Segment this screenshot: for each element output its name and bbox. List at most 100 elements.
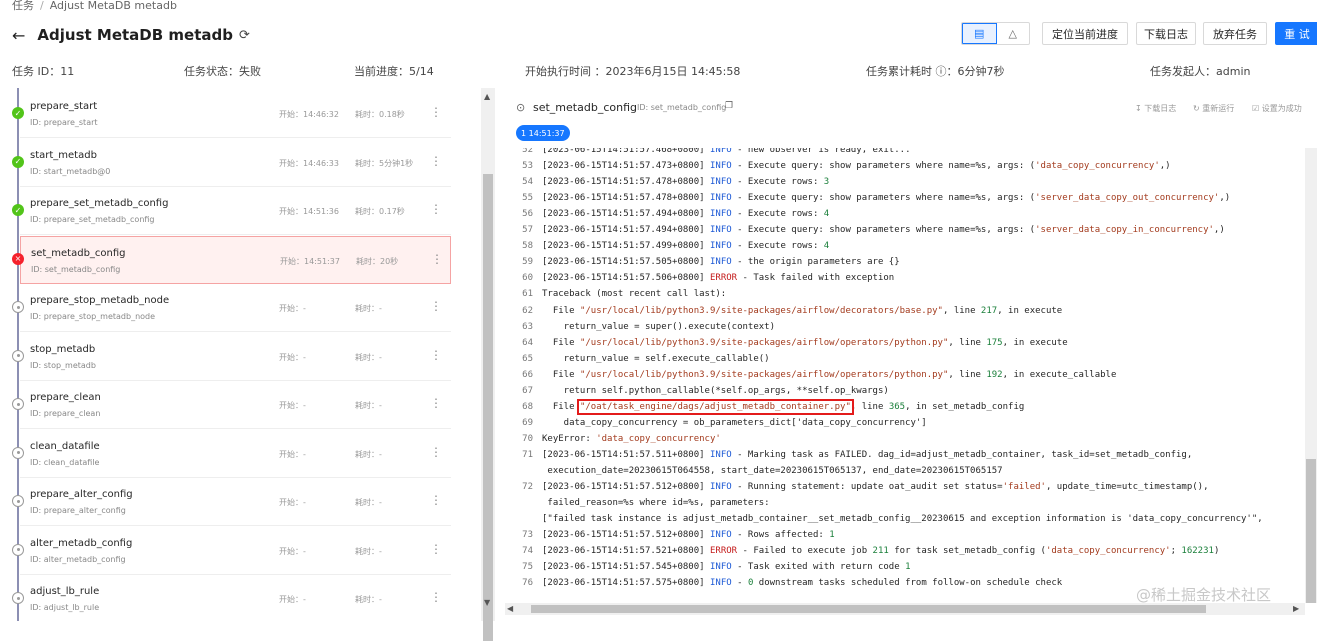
task-id: ID: prepare_alter_config <box>30 506 126 515</box>
scroll-up-arrow-icon[interactable]: ▲ <box>484 92 490 101</box>
task-name: clean_datafile <box>30 440 100 452</box>
task-start-time: 开始：14:51:36 <box>279 207 339 216</box>
task-initiator-info: 任务发起人：admin <box>1150 65 1251 78</box>
copy-icon[interactable]: ❐ <box>725 101 733 111</box>
more-options-icon[interactable]: ⋮ <box>430 445 442 459</box>
log-line: 72 [2023-06-15T14:51:57.512+0800] INFO - … <box>505 479 1208 495</box>
log-tail: , in execute <box>997 305 1063 316</box>
log-line-number: 68 <box>522 401 533 412</box>
log-line: 56 [2023-06-15T14:51:57.494+0800] INFO - … <box>505 206 829 222</box>
set-success-action[interactable]: ☑ 设置为成功 <box>1252 103 1302 114</box>
log-line: 76 [2023-06-15T14:51:57.575+0800] INFO - … <box>505 575 1062 591</box>
task-row[interactable]: prepare_start ID: prepare_start 开始：14:46:3… <box>20 90 451 138</box>
watermark: @稀土掘金技术社区 <box>1136 586 1272 604</box>
log-line-number: 56 <box>522 209 533 220</box>
task-row[interactable]: stop_metadb ID: stop_metadb 开始：- 耗时：- ⋮ <box>20 332 451 381</box>
collapse-icon[interactable]: ⊙ <box>516 101 525 114</box>
list-view-icon[interactable]: ▤ <box>962 23 997 44</box>
task-row[interactable]: start_metadb ID: start_metadb@0 开始：14:46:3… <box>20 138 451 187</box>
task-list-scroll-thumb[interactable] <box>483 174 493 641</box>
pending-circle-icon <box>12 543 24 556</box>
failed-x-icon: × <box>12 252 24 265</box>
log-timestamp: [2023-06-15T14:51:57.473+0800] <box>542 161 705 172</box>
log-number: 192 <box>986 369 1003 380</box>
scroll-right-arrow-icon[interactable]: ▶ <box>1293 604 1299 613</box>
log-string: 'data_copy_concurrency' <box>1035 161 1160 172</box>
log-level: ERROR <box>709 546 738 557</box>
graph-view-icon[interactable]: △ <box>997 23 1030 44</box>
log-horizontal-scroll-thumb[interactable] <box>531 605 1206 613</box>
log-line-number: 72 <box>522 482 533 493</box>
view-toggle: ▤ △ <box>961 22 1030 45</box>
log-line-number: 71 <box>522 449 533 460</box>
log-line: ["failed task instance is adjust_metadb_… <box>505 511 1263 527</box>
log-line: 61 Traceback (most recent call last): <box>505 286 726 302</box>
log-line-number: 64 <box>522 337 533 348</box>
more-options-icon[interactable]: ⋮ <box>431 252 443 266</box>
log-line: 74 [2023-06-15T14:51:57.521+0800] ERROR -… <box>505 543 1219 559</box>
task-row[interactable]: prepare_stop_metadb_node ID: prepare_stop… <box>20 284 451 332</box>
log-level: INFO <box>709 161 732 172</box>
download-log-button[interactable]: 下载日志 <box>1136 22 1196 45</box>
task-duration: 耗时：5分钟1秒 <box>355 158 414 168</box>
log-line: execution_date=20230615T064558, start_da… <box>505 463 1002 479</box>
scroll-left-arrow-icon[interactable]: ◀ <box>507 604 513 613</box>
log-level: INFO <box>709 241 732 252</box>
more-options-icon[interactable]: ⋮ <box>430 493 442 507</box>
more-options-icon[interactable]: ⋮ <box>430 348 442 362</box>
task-row[interactable]: prepare_alter_config ID: prepare_alter_co… <box>20 478 451 526</box>
task-id: ID: clean_datafile <box>30 457 100 467</box>
log-message: - Execute query: show parameters where n… <box>731 193 1036 204</box>
task-row[interactable]: adjust_lb_rule ID: adjust_lb_rule 开始：- 耗时：-… <box>20 575 451 621</box>
log-line-number: 57 <box>522 225 533 236</box>
log-line-number: 52 <box>522 148 533 155</box>
locate-progress-button[interactable]: 定位当前进度 <box>1042 22 1128 45</box>
log-line-number: 55 <box>522 193 533 204</box>
task-row[interactable]: set_metadb_config ID: set_metadb_config 开始… <box>20 235 451 284</box>
task-row[interactable]: clean_datafile ID: clean_datafile 开始：- 耗时：-… <box>20 429 451 478</box>
log-timestamp: [2023-06-15T14:51:57.512+0800] <box>542 530 705 541</box>
task-row[interactable]: prepare_set_metadb_config ID: prepare_set… <box>20 187 451 235</box>
log-line: 66 File "/usr/local/lib/python3.9/site-p… <box>505 367 1116 383</box>
log-text: Traceback (most recent call last): <box>542 289 727 300</box>
rerun-action[interactable]: ↻ 重新运行 <box>1193 103 1234 114</box>
log-message: - <box>731 578 748 589</box>
log-tail: , in execute_callable <box>1002 369 1117 380</box>
task-start-time: 开始：- <box>279 595 306 604</box>
task-row[interactable]: prepare_clean ID: prepare_clean 开始：- 耗时：- ⋮ <box>20 381 451 429</box>
more-options-icon[interactable]: ⋮ <box>430 542 442 556</box>
log-message: - Marking task as FAILED. dag_id=adjust_… <box>731 449 1193 460</box>
task-id: ID: prepare_set_metadb_config <box>30 215 155 224</box>
retry-button[interactable]: 重 试 <box>1275 22 1317 45</box>
more-options-icon[interactable]: ⋮ <box>430 154 442 168</box>
breadcrumb-root[interactable]: 任务 <box>12 0 34 12</box>
log-timestamp: [2023-06-15T14:51:57.499+0800] <box>542 241 705 252</box>
log-level: INFO <box>709 482 732 493</box>
log-text: File <box>542 401 580 412</box>
more-options-icon[interactable]: ⋮ <box>430 202 442 216</box>
log-text: data_copy_concurrency = ob_parameters_di… <box>542 417 927 428</box>
log-vertical-scroll-thumb[interactable] <box>1306 459 1316 603</box>
task-name: start_metadb <box>30 149 97 161</box>
refresh-icon[interactable]: ⟳ <box>239 28 250 43</box>
log-vertical-scrollbar[interactable] <box>1305 148 1317 603</box>
abandon-task-button[interactable]: 放弃任务 <box>1203 22 1267 45</box>
log-text: , line <box>948 337 987 348</box>
task-duration: 耗时：- <box>355 401 382 410</box>
task-id: ID: prepare_clean <box>30 409 101 418</box>
log-level: INFO <box>709 193 732 204</box>
log-string: 'server_data_copy_out_concurrency' <box>1035 193 1220 204</box>
task-name: prepare_set_metadb_config <box>30 198 169 209</box>
download-log-action[interactable]: ↧ 下载日志 <box>1135 103 1176 114</box>
more-options-icon[interactable]: ⋮ <box>430 590 442 604</box>
attempt-tag[interactable]: 1 14:51:37 <box>516 125 570 141</box>
more-options-icon[interactable]: ⋮ <box>430 299 442 313</box>
task-row[interactable]: alter_metadb_config ID: alter_metadb_conf… <box>20 526 451 575</box>
back-arrow-icon[interactable]: ← <box>12 26 25 45</box>
task-duration: 耗时：- <box>355 304 382 313</box>
more-options-icon[interactable]: ⋮ <box>430 105 442 119</box>
log-line: 60 [2023-06-15T14:51:57.506+0800] ERROR -… <box>505 270 894 286</box>
more-options-icon[interactable]: ⋮ <box>430 396 442 410</box>
task-list-scrollbar[interactable]: ▲ ▼ <box>481 88 495 641</box>
scroll-down-arrow-icon[interactable]: ▼ <box>484 598 490 607</box>
